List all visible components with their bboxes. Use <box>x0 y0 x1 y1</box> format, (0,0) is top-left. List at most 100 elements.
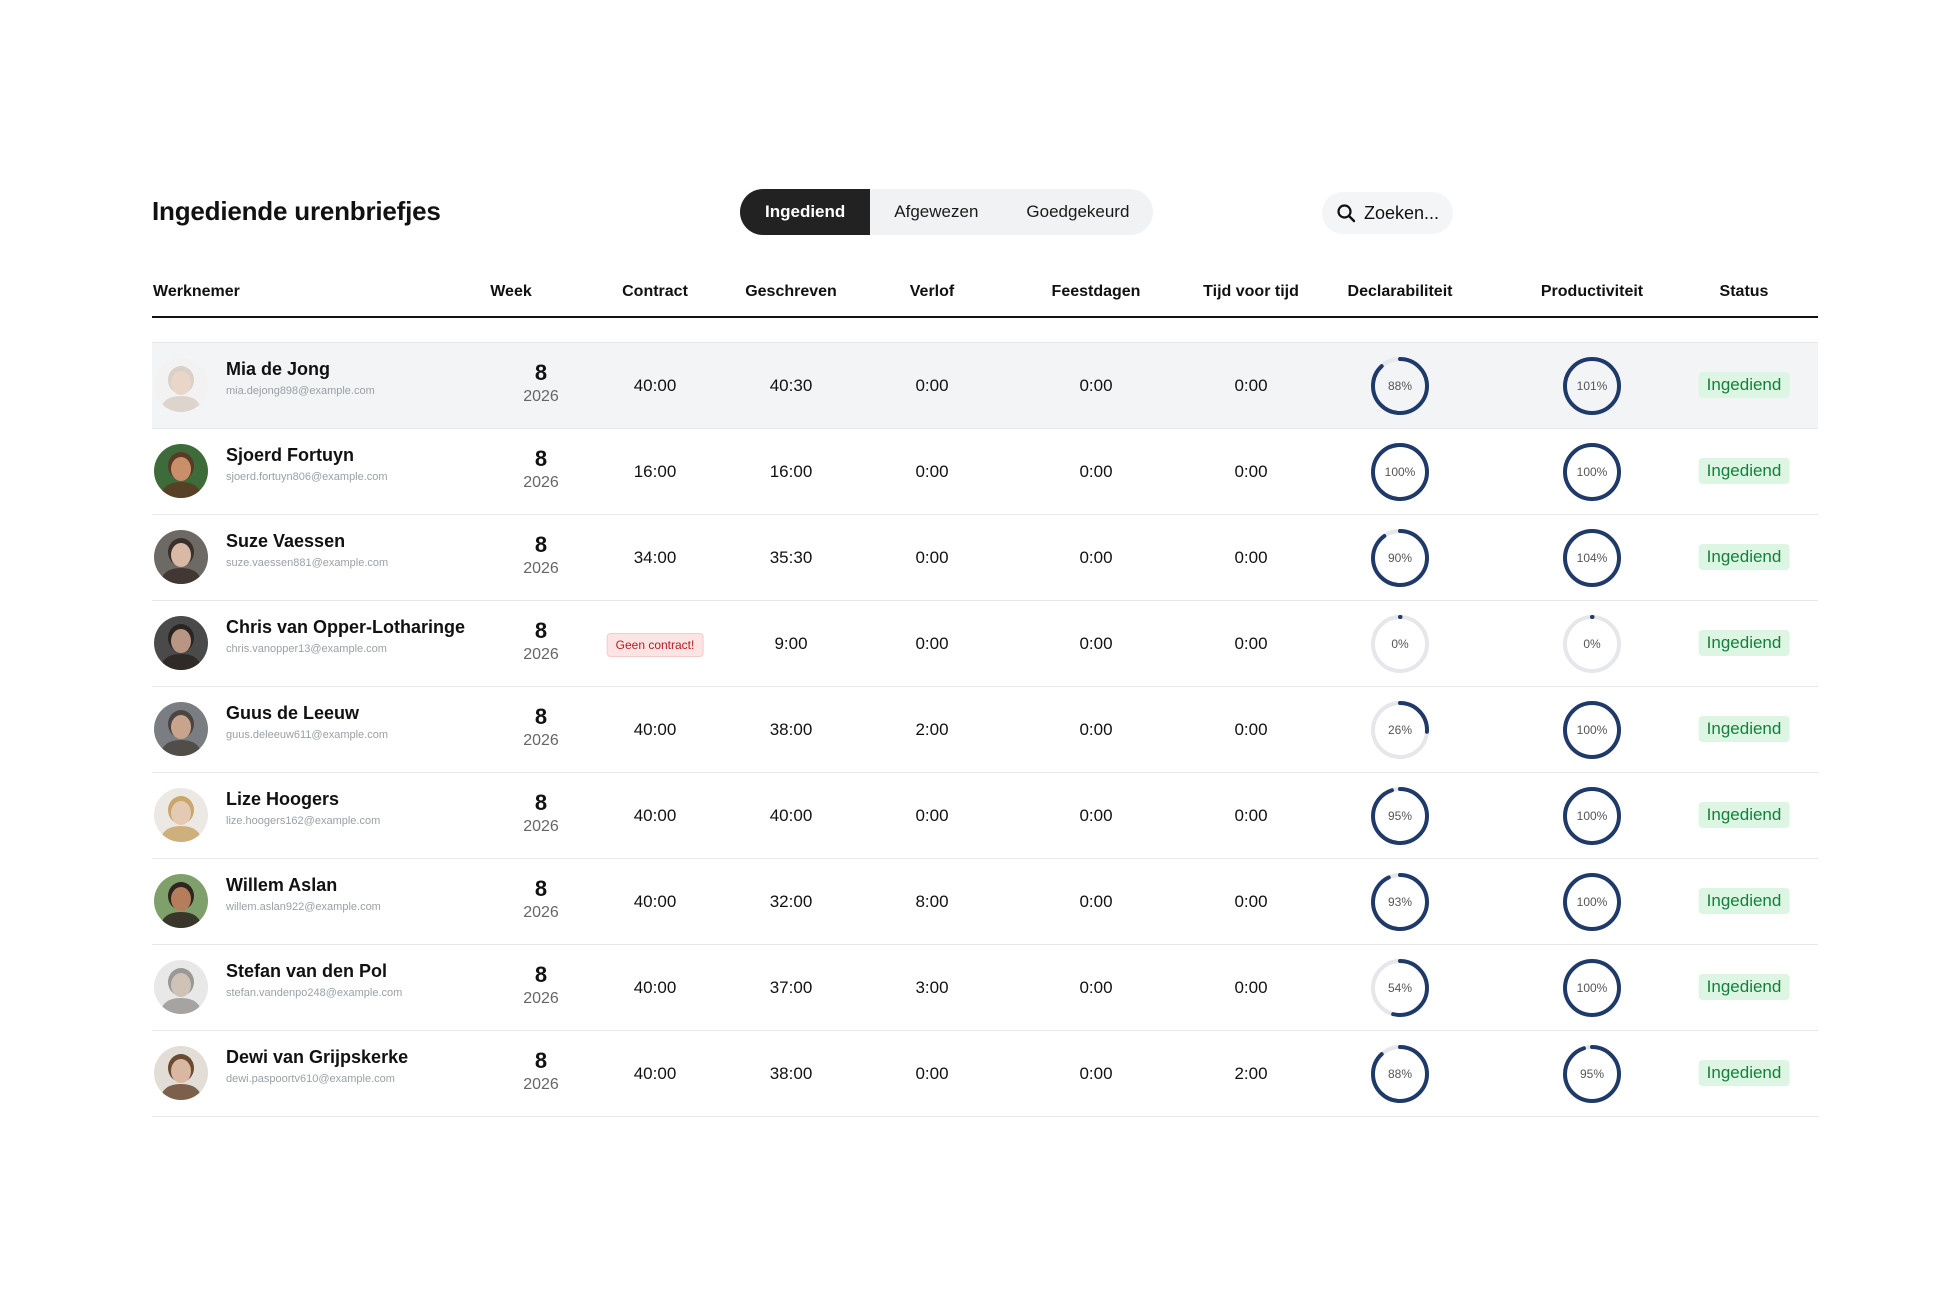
employee-email: suze.vaessen881@example.com <box>226 557 389 569</box>
status-badge: Ingediend <box>1698 458 1790 484</box>
week-cell: 8 2026 <box>511 705 571 751</box>
table-row[interactable]: Willem Aslan willem.aslan922@example.com 8… <box>152 859 1818 945</box>
time-for-time-hours: 2:00 <box>1234 1064 1268 1083</box>
written-hours: 38:00 <box>769 720 813 739</box>
employee-email: dewi.paspoortv610@example.com <box>226 1073 395 1085</box>
column-status[interactable]: Status <box>1720 283 1769 301</box>
employee-email: sjoerd.fortuyn806@example.com <box>226 471 388 483</box>
table-row[interactable]: Suze Vaessen suze.vaessen881@example.com 8… <box>152 515 1818 601</box>
week-year: 2026 <box>523 904 559 921</box>
productivity-gauge-label: 100% <box>1576 981 1608 995</box>
written-hours: 38:00 <box>769 1064 813 1083</box>
status-badge: Ingediend <box>1698 1060 1790 1086</box>
week-number: 8 <box>534 532 548 557</box>
declarability-gauge: 54% <box>1370 958 1430 1018</box>
time-for-time-hours: 0:00 <box>1234 720 1268 739</box>
holiday-hours: 0:00 <box>1079 892 1113 911</box>
avatar <box>154 616 208 670</box>
employee-email: willem.aslan922@example.com <box>226 901 381 913</box>
employee-email: lize.hoogers162@example.com <box>226 815 381 827</box>
declarability-gauge-label: 95% <box>1387 809 1413 823</box>
tab-afgewezen[interactable]: Afgewezen <box>870 189 1002 235</box>
page-title: Ingediende urenbriefjes <box>152 196 441 226</box>
week-cell: 8 2026 <box>511 447 571 493</box>
avatar-photo <box>154 874 208 928</box>
employee-name[interactable]: Guus de Leeuw <box>226 703 466 724</box>
column-contract[interactable]: Contract <box>622 283 688 301</box>
time-for-time-hours: 0:00 <box>1234 892 1268 911</box>
written-hours: 37:00 <box>769 978 813 997</box>
status-badge: Ingediend <box>1698 716 1790 742</box>
declarability-gauge-label: 54% <box>1387 981 1413 995</box>
avatar-photo <box>154 616 208 670</box>
employee-name[interactable]: Chris van Opper-Lotharingen <box>226 617 466 638</box>
leave-hours: 0:00 <box>915 1064 949 1083</box>
avatar-photo <box>154 530 208 584</box>
avatar <box>154 358 208 412</box>
declarability-gauge-label: 93% <box>1387 895 1413 909</box>
employee-name[interactable]: Sjoerd Fortuyn <box>226 445 466 466</box>
week-year: 2026 <box>523 474 559 491</box>
column-werknemer[interactable]: Werknemer <box>153 283 240 301</box>
declarability-gauge: 88% <box>1370 356 1430 416</box>
productivity-gauge-label: 100% <box>1576 465 1608 479</box>
productivity-gauge-label: 101% <box>1576 379 1608 393</box>
table-row[interactable]: Stefan van den Pol stefan.vandenpo248@exa… <box>152 945 1818 1031</box>
column-verlof[interactable]: Verlof <box>910 283 954 301</box>
declarability-gauge: 93% <box>1370 872 1430 932</box>
contract-hours: 40:00 <box>633 1064 677 1083</box>
written-hours: 9:00 <box>774 634 808 653</box>
declarability-gauge-label: 26% <box>1387 723 1413 737</box>
week-year: 2026 <box>523 388 559 405</box>
written-hours: 16:00 <box>769 462 813 481</box>
table-row[interactable]: Chris van Opper-Lotharingen chris.vanoppe… <box>152 601 1818 687</box>
employee-name[interactable]: Mia de Jong <box>226 359 466 380</box>
table-row[interactable]: Lize Hoogers lize.hoogers162@example.com 8… <box>152 773 1818 859</box>
tab-goedgekeurd[interactable]: Goedgekeurd <box>1002 189 1153 235</box>
avatar <box>154 874 208 928</box>
column-week[interactable]: Week <box>490 283 532 301</box>
status-badge: Ingediend <box>1698 630 1790 656</box>
productivity-gauge: 100% <box>1562 442 1622 502</box>
employee-name[interactable]: Willem Aslan <box>226 875 466 896</box>
column-productiviteit[interactable]: Productiviteit <box>1541 283 1643 301</box>
employee-name[interactable]: Lize Hoogers <box>226 789 466 810</box>
time-for-time-hours: 0:00 <box>1234 376 1268 395</box>
column-geschreven[interactable]: Geschreven <box>745 283 837 301</box>
tab-ingediend[interactable]: Ingediend <box>740 189 871 235</box>
week-cell: 8 2026 <box>511 877 571 923</box>
productivity-gauge: 100% <box>1562 958 1622 1018</box>
productivity-gauge: 104% <box>1562 528 1622 588</box>
employee-name[interactable]: Suze Vaessen <box>226 531 466 552</box>
avatar-photo <box>154 960 208 1014</box>
column-tijd-voor-tijd[interactable]: Tijd voor tijd <box>1203 283 1299 301</box>
week-number: 8 <box>534 360 548 385</box>
week-number: 8 <box>534 704 548 729</box>
time-for-time-hours: 0:00 <box>1234 548 1268 567</box>
status-badge: Ingediend <box>1698 544 1790 570</box>
week-number: 8 <box>534 962 548 987</box>
search-input[interactable]: Zoeken... <box>1322 192 1454 234</box>
declarability-gauge-label: 88% <box>1387 1067 1413 1081</box>
leave-hours: 0:00 <box>915 806 949 825</box>
time-for-time-hours: 0:00 <box>1234 462 1268 481</box>
declarability-gauge: 90% <box>1370 528 1430 588</box>
week-number: 8 <box>534 790 548 815</box>
productivity-gauge-label: 100% <box>1576 723 1608 737</box>
timesheet-table: Werknemer Week Contract Geschreven Verlo… <box>152 280 1818 1117</box>
productivity-gauge: 101% <box>1562 356 1622 416</box>
table-row[interactable]: Guus de Leeuw guus.deleeuw611@example.com… <box>152 687 1818 773</box>
employee-name[interactable]: Stefan van den Pol <box>226 961 466 982</box>
declarability-gauge: 88% <box>1370 1044 1430 1104</box>
column-feestdagen[interactable]: Feestdagen <box>1052 283 1141 301</box>
week-number: 8 <box>534 1048 548 1073</box>
declarability-gauge-label: 90% <box>1387 551 1413 565</box>
contract-hours: 40:00 <box>633 806 677 825</box>
column-declarabiliteit[interactable]: Declarabiliteit <box>1348 283 1453 301</box>
table-row[interactable]: Mia de Jong mia.dejong898@example.com 8 202… <box>152 343 1818 429</box>
status-badge: Ingediend <box>1698 974 1790 1000</box>
table-row[interactable]: Dewi van Grijpskerke dewi.paspoortv610@ex… <box>152 1031 1818 1117</box>
no-contract-badge: Geen contract! <box>606 633 704 657</box>
employee-name[interactable]: Dewi van Grijpskerke <box>226 1047 466 1068</box>
table-row[interactable]: Sjoerd Fortuyn sjoerd.fortuyn806@example.… <box>152 429 1818 515</box>
